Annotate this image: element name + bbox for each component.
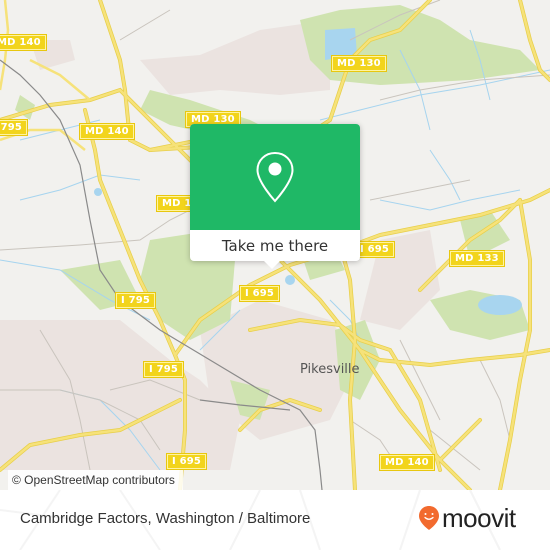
road-shield-md140: MD 140 (380, 455, 434, 470)
map[interactable]: MD 140 MD 130 I 795 MD 140 MD 130 MD 1 I… (0, 0, 550, 490)
footer: Cambridge Factors, Washington / Baltimor… (0, 490, 550, 550)
road-shield-i795: I 795 (0, 120, 28, 135)
place-label-pikesville: Pikesville (300, 362, 360, 377)
map-attribution[interactable]: © OpenStreetMap contributors (8, 470, 183, 490)
take-me-there-button[interactable]: Take me there (190, 230, 360, 261)
popup-pin-area[interactable] (190, 124, 360, 230)
road-shield-md140: MD 140 (0, 35, 46, 50)
road-shield-i795: I 795 (116, 293, 156, 308)
moovit-wordmark: moovit (442, 503, 516, 533)
location-title: Cambridge Factors, Washington / Baltimor… (20, 510, 311, 527)
moovit-pin-icon (419, 506, 439, 530)
road-shield-i695: I 695 (167, 454, 207, 469)
road-shield-i695: I 695 (240, 286, 280, 301)
road-shield-i695: I 695 (355, 242, 395, 257)
moovit-logo[interactable]: moovit (418, 505, 516, 531)
popup-tail (263, 260, 281, 269)
road-shield-i795: I 795 (144, 362, 184, 377)
location-popup: Take me there (190, 124, 360, 269)
road-shield-md133: MD 133 (450, 251, 504, 266)
road-shield-md130: MD 130 (332, 56, 386, 71)
map-pin-icon (256, 151, 294, 203)
road-shield-md140: MD 140 (80, 124, 134, 139)
